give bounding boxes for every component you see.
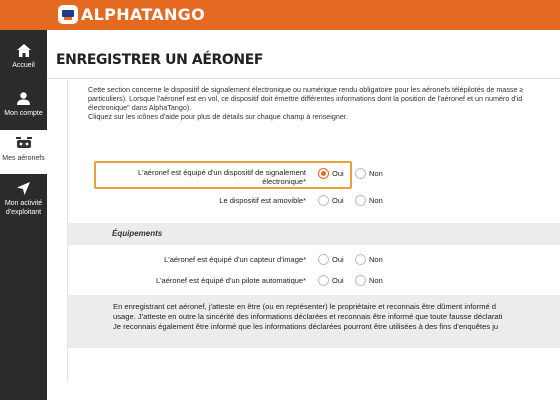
divider (47, 78, 560, 79)
question-autopilot-label: L'aéronef est équipé d'un pilote automat… (155, 276, 306, 285)
sidebar-item-operator-activity[interactable]: Mon activité d'exploitant (0, 180, 47, 222)
radio-button[interactable] (355, 275, 366, 286)
attestation-line: usage. J'atteste en outre la sincérité d… (113, 312, 503, 321)
sidebar-item-label: Mon activité d'exploitant (4, 200, 43, 216)
radio-button[interactable] (355, 254, 366, 265)
attestation-line: Je reconnais également être informé que … (113, 322, 499, 331)
radio-label: Non (369, 196, 383, 205)
intro-text: Cette section concerne le dispositif de … (88, 85, 560, 121)
sidebar-item-label: Mes aéronefs (2, 155, 45, 162)
sidebar-item-account[interactable]: Mon compte (0, 90, 47, 126)
removable-yes-option[interactable]: Oui (318, 195, 355, 206)
main-content: ENREGISTRER UN AÉRONEF Cette section con… (47, 30, 560, 400)
intro-line: électronique" dans AlphaTango). (88, 103, 192, 112)
form-panel: Cette section concerne le dispositif de … (67, 80, 560, 382)
sidebar-item-label: Mon compte (4, 110, 43, 117)
radio-button-selected[interactable] (318, 168, 329, 179)
radio-label: Non (369, 255, 383, 264)
radio-button[interactable] (318, 254, 329, 265)
removable-no-option[interactable]: Non (355, 195, 392, 206)
drone-icon (15, 135, 32, 151)
home-icon (16, 42, 32, 58)
sidebar-item-label: Accueil (12, 62, 35, 69)
app-name: ALPHATANGO (81, 5, 206, 24)
question-image-sensor-label: L'aéronef est équipé d'un capteur d'imag… (164, 255, 306, 264)
autopilot-no-option[interactable]: Non (355, 275, 392, 286)
question-electronic-signal-label: L'aéronef est équipé d'un dispositif de … (96, 168, 306, 186)
drone-controller-icon (58, 5, 78, 24)
radio-label: Oui (332, 276, 344, 285)
removable-radio-group: Oui Non (318, 195, 392, 206)
navigation-arrow-icon (16, 180, 32, 196)
radio-label: Oui (332, 196, 344, 205)
radio-label: Oui (332, 169, 344, 178)
image-sensor-no-option[interactable]: Non (355, 254, 392, 265)
intro-line: particuliers). Lorsque l'aéronef est en … (88, 94, 523, 103)
electronic-signal-yes-option[interactable]: Oui (318, 168, 355, 179)
radio-button[interactable] (355, 195, 366, 206)
radio-button[interactable] (355, 168, 366, 179)
attestation-section: En enregistrant cet aéronef, j'atteste e… (68, 295, 560, 348)
autopilot-yes-option[interactable]: Oui (318, 275, 355, 286)
radio-button[interactable] (318, 195, 329, 206)
top-bar: ALPHATANGO (0, 0, 560, 30)
app-logo[interactable]: ALPHATANGO (58, 5, 205, 24)
section-title: Équipements (112, 229, 163, 238)
image-sensor-yes-option[interactable]: Oui (318, 254, 355, 265)
sidebar-item-aircraft[interactable]: Mes aéronefs (0, 130, 47, 174)
label-line: L'aéronef est équipé d'un dispositif de … (138, 168, 306, 177)
intro-line: Cliquez sur les icônes d'aide pour plus … (88, 112, 348, 121)
sidebar: Accueil Mon compte Mes aéronefs Mon acti… (0, 30, 47, 400)
user-icon (16, 90, 32, 106)
label-line: électronique* (262, 177, 306, 186)
image-sensor-radio-group: Oui Non (318, 254, 392, 265)
radio-label: Non (369, 276, 383, 285)
attestation-text: En enregistrant cet aéronef, j'atteste e… (113, 302, 502, 332)
question-removable-label: Le dispositif est amovible* (219, 196, 306, 205)
radio-button[interactable] (318, 275, 329, 286)
intro-line: Cette section concerne le dispositif de … (88, 85, 524, 94)
attestation-line: En enregistrant cet aéronef, j'atteste e… (113, 302, 497, 311)
electronic-signal-radio-group: Oui Non (318, 168, 392, 179)
electronic-signal-no-option[interactable]: Non (355, 168, 392, 179)
page-title: ENREGISTRER UN AÉRONEF (56, 52, 264, 68)
autopilot-radio-group: Oui Non (318, 275, 392, 286)
radio-label: Oui (332, 255, 344, 264)
equipment-section-header: Équipements (68, 223, 560, 245)
sidebar-item-home[interactable]: Accueil (0, 42, 47, 82)
radio-label: Non (369, 169, 383, 178)
